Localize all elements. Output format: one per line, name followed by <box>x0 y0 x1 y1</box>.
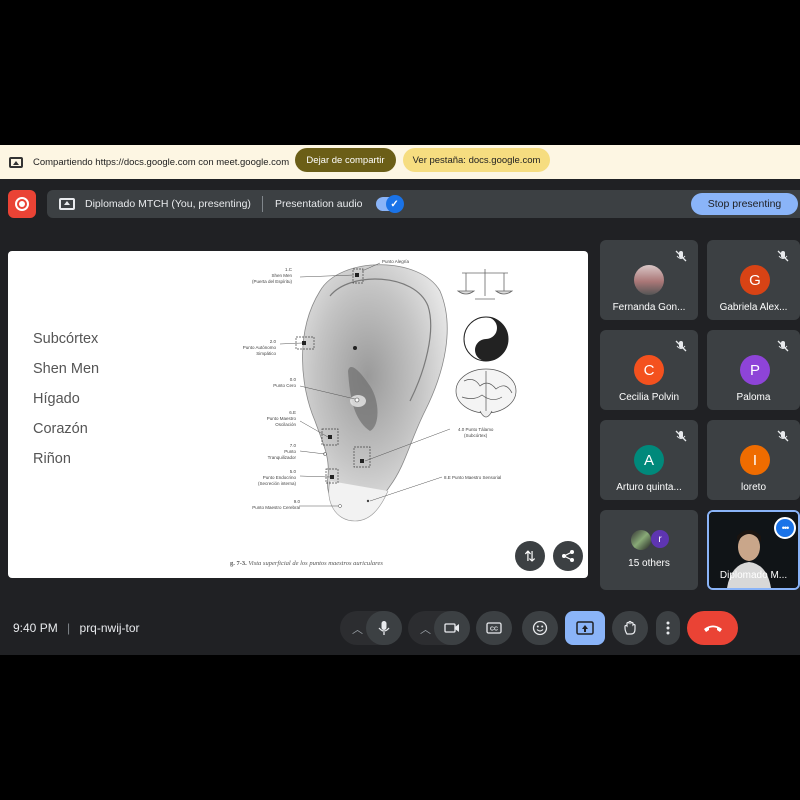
participant-tile[interactable]: G Gabriela Alex... <box>707 240 800 320</box>
share-button[interactable] <box>553 541 583 571</box>
participant-name: Arturo quinta... <box>616 482 682 493</box>
presentation-audio-toggle[interactable]: ✓ <box>375 195 404 213</box>
participant-name: Cecilia Polvin <box>618 392 680 403</box>
letterbox-top <box>0 0 800 145</box>
mic-off-icon <box>777 430 789 442</box>
svg-text:2.0Punto AutónomoSimpático: 2.0 Punto Autónomo Simpático <box>243 339 277 356</box>
others-count: 15 others <box>628 558 670 569</box>
avatar: r <box>651 530 669 548</box>
participant-tile[interactable]: A Arturo quinta... <box>600 420 698 500</box>
others-tile[interactable]: r 15 others <box>600 510 698 590</box>
presenting-bar: Diplomado MTCH (You, presenting) Present… <box>47 190 800 218</box>
stop-presenting-button[interactable]: Stop presenting <box>691 193 798 215</box>
present-now-button[interactable] <box>565 611 605 645</box>
svg-text:7.0PuntoTranquilizador: 7.0 Punto Tranquilizador <box>268 443 297 460</box>
participant-tile[interactable]: Fernanda Gon... <box>600 240 698 320</box>
meeting-info: 9:40 PM | prq-nwij-tor <box>13 621 140 635</box>
presentation-slide: Subcórtex Shen Men Hígado Corazón Riñon <box>8 251 588 578</box>
svg-text:5.0Punto Endocrino(Secreción i: 5.0 Punto Endocrino (Secreción interna) <box>258 469 297 486</box>
svg-text:9.0Punto Maestro Cerebral: 9.0 Punto Maestro Cerebral <box>252 499 300 510</box>
microphone-icon <box>378 621 390 635</box>
sharing-banner: Compartiendo https://docs.google.com con… <box>0 145 800 179</box>
leave-call-button[interactable] <box>687 611 738 645</box>
mic-off-icon <box>675 430 687 442</box>
avatar: C <box>634 355 664 385</box>
mic-options-chevron-icon[interactable]: ︿ <box>352 621 363 637</box>
avatar-photo <box>631 530 651 550</box>
more-options-button[interactable] <box>656 611 680 645</box>
participant-tile[interactable]: I loreto <box>707 420 800 500</box>
mic-off-icon <box>777 250 789 262</box>
svg-text:6.EPunto MaestroOscilación: 6.E Punto Maestro Oscilación <box>267 410 297 427</box>
hang-up-icon <box>703 625 722 632</box>
swap-vertical-icon: ⇅ <box>524 547 536 564</box>
slide-item: Hígado <box>33 391 80 407</box>
slide-point-list: Subcórtex Shen Men Hígado Corazón Riñon <box>33 331 99 481</box>
microphone-button[interactable] <box>366 611 402 645</box>
participant-name: loreto <box>740 482 766 493</box>
present-screen-icon <box>576 621 594 635</box>
hand-icon <box>624 620 636 635</box>
figure-label: 1.C Shen Men (Puerta del Espíritu) <box>252 267 293 284</box>
reactions-button[interactable] <box>522 611 558 645</box>
emoji-icon <box>532 620 548 636</box>
self-video-tile[interactable]: ••• Diplomado M... <box>707 510 800 590</box>
recording-button[interactable] <box>8 190 36 218</box>
letterbox-bottom <box>0 655 800 800</box>
participant-tile[interactable]: P Paloma <box>707 330 800 410</box>
check-icon: ✓ <box>385 195 404 213</box>
mic-off-icon <box>675 340 687 352</box>
swap-layout-button[interactable]: ⇅ <box>515 541 545 571</box>
divider <box>261 196 263 212</box>
slide-item: Corazón <box>33 421 88 437</box>
slide-item: Shen Men <box>33 361 100 377</box>
participant-name: Gabriela Alex... <box>719 302 788 313</box>
captions-icon: CC <box>486 622 502 634</box>
more-options-button[interactable]: ••• <box>774 517 796 539</box>
mic-off-icon <box>777 340 789 352</box>
share-icon <box>562 550 574 562</box>
avatar: P <box>740 355 770 385</box>
separator: | <box>67 621 71 635</box>
participant-name: Paloma <box>736 392 771 403</box>
avatar: A <box>634 445 664 475</box>
camera-button[interactable] <box>434 611 470 645</box>
svg-text:CC: CC <box>490 627 498 633</box>
presenting-title: Diplomado MTCH (You, presenting) <box>85 198 251 210</box>
brain-icon <box>455 368 517 418</box>
record-icon <box>15 197 29 211</box>
participant-name: Fernanda Gon... <box>612 302 686 313</box>
avatar-photo <box>634 265 664 295</box>
mic-off-icon <box>675 250 687 262</box>
more-vertical-icon <box>666 621 670 635</box>
camera-options-chevron-icon[interactable]: ︿ <box>420 621 431 637</box>
yin-yang-icon <box>463 316 509 362</box>
participant-name: Diplomado M... <box>719 570 788 581</box>
svg-text:4.0 Punto Tálamo(Subcórtex): 4.0 Punto Tálamo (Subcórtex) <box>458 427 494 438</box>
svg-text:8.E Punto Maestro Sensorial: 8.E Punto Maestro Sensorial <box>444 475 501 480</box>
raise-hand-button[interactable] <box>612 611 648 645</box>
slide-item: Subcórtex <box>33 331 99 347</box>
screen-share-icon <box>9 156 23 168</box>
balance-scale-icon <box>456 269 514 300</box>
svg-text:0.0Punto Cero: 0.0 Punto Cero <box>273 377 296 388</box>
figure-caption: g. 7-3. Vista superficial de los puntos … <box>230 560 383 567</box>
meeting-code: prq-nwij-tor <box>79 621 140 635</box>
captions-button[interactable]: CC <box>476 611 512 645</box>
avatar: G <box>740 265 770 295</box>
participant-tile[interactable]: C Cecilia Polvin <box>600 330 698 410</box>
clock-time: 9:40 PM <box>13 621 58 635</box>
avatar: I <box>740 445 770 475</box>
sharing-text: Compartiendo https://docs.google.com con… <box>33 156 290 168</box>
stop-sharing-button[interactable]: Dejar de compartir <box>295 148 396 172</box>
video-camera-icon <box>444 623 459 633</box>
view-tab-button[interactable]: Ver pestaña: docs.google.com <box>403 148 550 172</box>
svg-text:Punto Alegría: Punto Alegría <box>382 259 410 264</box>
present-screen-icon <box>59 198 75 210</box>
ear-diagram: 1.C Shen Men (Puerta del Espíritu) 2.0 Punt… <box>243 259 517 522</box>
slide-item: Riñon <box>33 451 71 467</box>
presentation-audio-label: Presentation audio <box>274 198 363 210</box>
